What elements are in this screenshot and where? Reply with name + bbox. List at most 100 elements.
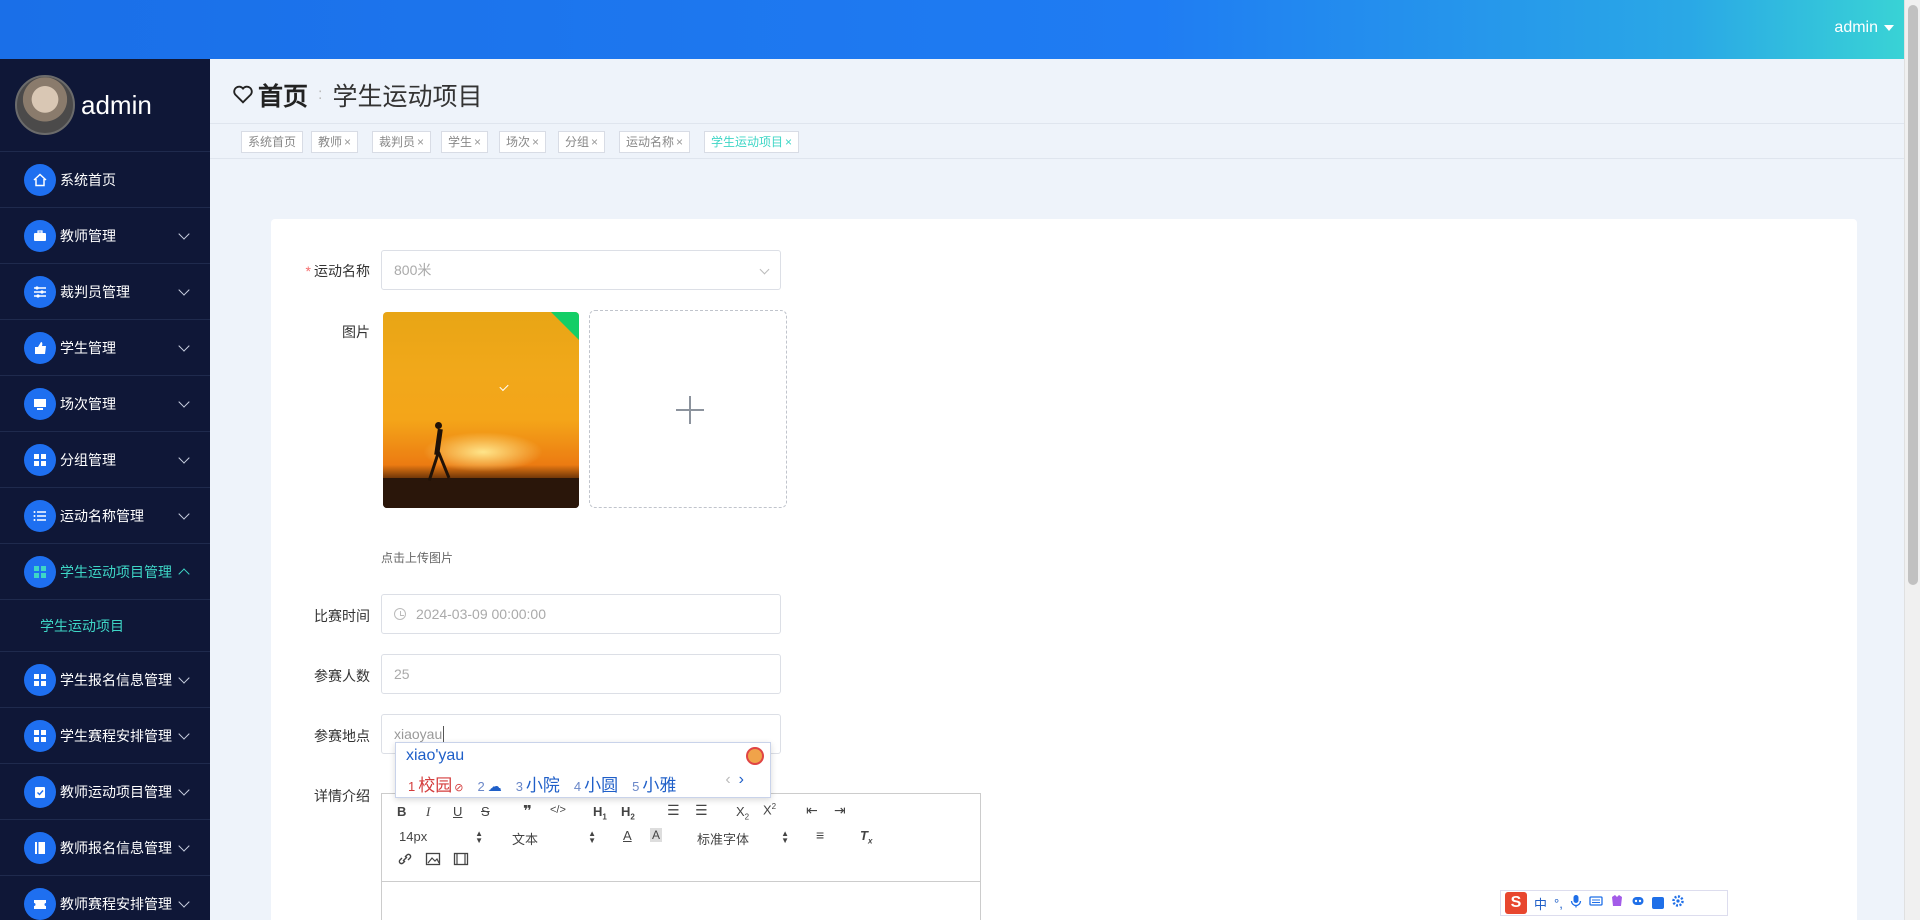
sidebar-item-teacher[interactable]: 教师管理 <box>0 208 210 264</box>
breadcrumb-home[interactable]: 首页 <box>258 77 308 113</box>
sidebar-item-label: 学生运动项目管理 <box>60 563 172 580</box>
underline-button[interactable]: U <box>453 804 462 819</box>
sidebar-item-teacher-schedule[interactable]: 教师赛程安排管理 <box>0 876 210 920</box>
sidebar-item-label: 学生报名信息管理 <box>60 671 172 688</box>
link-icon[interactable] <box>397 852 413 869</box>
grid-icon <box>24 663 56 696</box>
ime-page-nav[interactable]: ‹ › <box>725 771 744 789</box>
close-icon[interactable]: × <box>676 135 683 149</box>
close-icon[interactable]: × <box>532 135 539 149</box>
ime-mode[interactable]: 中 <box>1534 894 1547 913</box>
subscript-button[interactable]: X2 <box>736 804 749 822</box>
chevron-down-icon <box>178 896 190 908</box>
sidebar-item-sport-name[interactable]: 运动名称管理 <box>0 488 210 544</box>
clipboard-icon <box>24 775 56 808</box>
ime-punctuation[interactable]: °, <box>1554 896 1563 911</box>
close-icon[interactable]: × <box>785 135 792 149</box>
sport-name-select[interactable]: 800米 <box>381 250 781 290</box>
tag-home[interactable]: 系统首页 <box>241 131 304 153</box>
close-icon[interactable]: × <box>417 135 424 149</box>
upload-button[interactable] <box>589 310 787 508</box>
sidebar-item-label: 教师赛程安排管理 <box>60 895 172 912</box>
superscript-button[interactable]: X2 <box>763 802 776 817</box>
tag-sport-name[interactable]: 运动名称 × <box>619 131 691 153</box>
ime-candidate[interactable]: 3 小院 <box>516 771 560 796</box>
gear-icon[interactable] <box>1671 894 1685 913</box>
background-color-button[interactable]: A <box>650 828 663 842</box>
sidebar-item-student[interactable]: 学生管理 <box>0 320 210 376</box>
rich-text-editor[interactable]: B I U S ❞ </> H1 H2 ☰ ☰ X2 X2 ⇤ ⇥ 14px ▲… <box>381 793 981 920</box>
indent-button[interactable]: ⇥ <box>834 802 846 819</box>
tag-session[interactable]: 场次 × <box>499 131 547 153</box>
tag-referee[interactable]: 裁判员 × <box>372 131 432 153</box>
user-menu[interactable]: admin <box>1834 19 1894 37</box>
tag-student[interactable]: 学生 × <box>441 131 489 153</box>
h1-button[interactable]: H1 <box>593 804 607 822</box>
chevron-down-icon <box>178 228 190 240</box>
sidebar-item-teacher-signup[interactable]: 教师报名信息管理 <box>0 820 210 876</box>
font-color-button[interactable]: A <box>623 828 632 843</box>
align-button[interactable]: ≡ <box>816 827 824 843</box>
ime-candidate[interactable]: 5 小雅 <box>632 771 676 796</box>
sogou-logo-icon[interactable]: S <box>1505 892 1527 914</box>
tag-teacher[interactable]: 教师 × <box>311 131 359 153</box>
blockquote-button[interactable]: ❞ <box>523 802 532 820</box>
participant-count-input[interactable]: 25 <box>381 654 781 694</box>
scrollbar-thumb[interactable] <box>1908 5 1918 585</box>
chevron-down-icon <box>178 284 190 296</box>
outdent-button[interactable]: ⇤ <box>806 802 818 819</box>
font-size-value: 14px <box>399 829 428 844</box>
sidebar-item-label: 教师运动项目管理 <box>60 783 172 800</box>
bullet-list-button[interactable]: ☰ <box>695 802 708 819</box>
bold-button[interactable]: B <box>397 804 406 819</box>
editor-toolbar: B I U S ❞ </> H1 H2 ☰ ☰ X2 X2 ⇤ ⇥ 14px ▲… <box>382 794 980 882</box>
grid-icon <box>24 555 56 588</box>
sidebar-item-student-sport[interactable]: 学生运动项目管理 <box>0 544 210 600</box>
clock-icon <box>394 608 406 620</box>
tag-label: 教师 <box>318 135 343 149</box>
sidebar-item-session[interactable]: 场次管理 <box>0 376 210 432</box>
video-icon[interactable] <box>453 852 469 869</box>
sidebar-item-label: 学生管理 <box>60 339 116 356</box>
close-icon[interactable]: × <box>474 135 481 149</box>
h2-button[interactable]: H2 <box>621 804 635 822</box>
ime-candidate[interactable]: 4 小圆 <box>574 771 618 796</box>
skin-icon[interactable] <box>1610 894 1624 913</box>
match-time-label: 比赛时间 <box>314 608 370 624</box>
updown-icon: ▲ ▼ <box>475 829 483 845</box>
tag-group[interactable]: 分组 × <box>558 131 606 153</box>
ime-candidate[interactable]: 2 ☁ <box>477 776 501 796</box>
monitor-icon <box>24 387 56 420</box>
sidebar-item-referee[interactable]: 裁判员管理 <box>0 264 210 320</box>
ime-candidate[interactable]: 1 校园 ⊘ <box>408 771 463 796</box>
ordered-list-button[interactable]: ☰ <box>667 802 680 819</box>
code-button[interactable]: </> <box>550 804 566 816</box>
keyboard-icon[interactable] <box>1589 894 1603 912</box>
home-icon <box>24 163 56 196</box>
uploaded-image[interactable] <box>383 312 579 508</box>
page-scrollbar[interactable] <box>1904 0 1920 920</box>
book-icon <box>24 831 56 864</box>
font-family-select[interactable]: 标准字体 ▲ ▼ <box>697 829 789 848</box>
microphone-icon[interactable] <box>1570 894 1582 913</box>
chevron-down-icon <box>178 840 190 852</box>
sidebar-item-home[interactable]: 系统首页 <box>0 152 210 208</box>
image-icon[interactable] <box>425 852 441 869</box>
close-icon[interactable]: × <box>591 135 598 149</box>
text-type-select[interactable]: 文本 ▲ ▼ <box>512 829 596 848</box>
match-time-picker[interactable]: 2024-03-09 00:00:00 <box>381 594 781 634</box>
close-icon[interactable]: × <box>344 135 351 149</box>
sidebar-item-teacher-sport[interactable]: 教师运动项目管理 <box>0 764 210 820</box>
sidebar-item-student-schedule[interactable]: 学生赛程安排管理 <box>0 708 210 764</box>
strike-button[interactable]: S <box>481 804 490 819</box>
tag-student-sport[interactable]: 学生运动项目 × <box>704 131 800 153</box>
list-icon <box>24 499 56 532</box>
sidebar-item-student-signup[interactable]: 学生报名信息管理 <box>0 652 210 708</box>
submenu-item-student-sport[interactable]: 学生运动项目 <box>0 600 210 652</box>
sidebar-item-group[interactable]: 分组管理 <box>0 432 210 488</box>
clear-format-button[interactable]: Tx <box>860 828 872 846</box>
robot-icon[interactable] <box>1631 894 1645 912</box>
italic-button[interactable]: I <box>426 804 430 820</box>
font-size-select[interactable]: 14px ▲ ▼ <box>399 829 483 845</box>
toolbox-icon[interactable] <box>1651 897 1664 909</box>
